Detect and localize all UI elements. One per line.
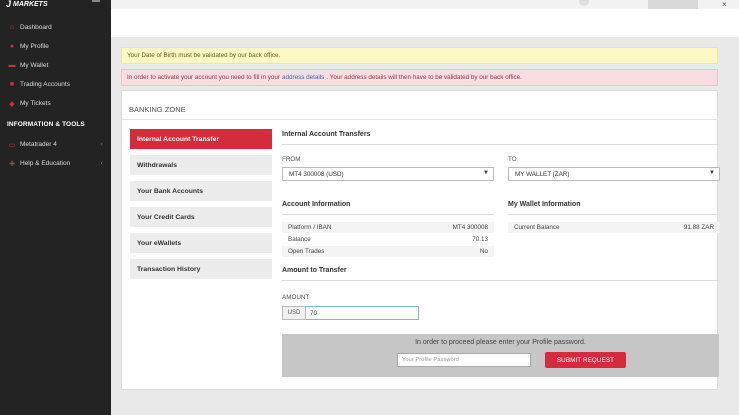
divider [508,214,720,215]
chevron-left-icon: ‹ [100,160,103,167]
info-value: 91.88 ZAR [683,224,714,231]
user-name-block[interactable] [648,0,698,9]
sidebar-item-label: Metatrader 4 [20,141,57,148]
tab-transaction-history[interactable]: Transaction History [130,259,272,279]
divider [122,119,719,120]
home-icon: ⌂ [9,24,15,31]
sidebar-item-my-profile[interactable]: ● My Profile [0,38,111,55]
tab-credit-cards[interactable]: Your Credit Cards [130,207,272,227]
sidebar-item-help[interactable]: ✚ Help & Education ‹ [0,155,111,172]
to-label: TO [508,156,517,163]
info-label: Current Balance [514,224,560,231]
sidebar-item-metatrader[interactable]: ▭ Metatrader 4 ‹ [0,136,111,153]
amount-title: Amount to Transfer [282,267,347,274]
password-input[interactable]: Your Profile Password [397,353,531,367]
transfer-title: Internal Account Transfers [282,131,371,138]
sidebar-heading: INFORMATION & TOOLS [7,121,85,128]
page-title: BANKING ZONE [129,105,186,114]
sidebar-item-dashboard[interactable]: ⌂ Dashboard [0,19,111,36]
info-row: Open Trades No [282,246,494,257]
sidebar-item-my-wallet[interactable]: ▬ My Wallet [0,57,111,74]
address-alert-text-end: . Your address details will then have to… [326,74,522,81]
monitor-icon: ▭ [8,141,16,149]
divider [282,144,719,145]
info-label: Platform / IBAN [288,224,332,231]
info-label: Balance [288,236,311,243]
brand-logo[interactable]: J MARKETS [6,0,48,9]
to-account-value: MY WALLET (ZAR) [515,170,570,178]
menu-toggle-icon[interactable] [92,0,100,2]
amount-group: USD 70 [282,306,419,320]
close-icon[interactable]: × [722,0,727,9]
sidebar-item-label: Help & Education [20,160,71,167]
brand-mark: J [6,0,12,9]
wallet-icon: ▬ [8,62,16,69]
submit-bar: In order to proceed please enter your Pr… [282,334,719,377]
brand-name: MARKETS [13,0,48,8]
dob-alert: Your Date of Birth must be validated by … [121,47,718,64]
briefcase-icon: ■ [9,81,15,88]
tab-ewallets[interactable]: Your eWallets [130,233,272,253]
info-value: 70.13 [472,236,488,243]
sidebar-item-trading-accounts[interactable]: ■ Trading Accounts [0,76,111,93]
sidebar-item-label: My Profile [20,43,49,50]
currency-addon: USD [282,306,306,320]
amount-label: AMOUNT [282,294,310,301]
info-row: Balance 70.13 [282,234,494,245]
sidebar-item-label: My Wallet [20,62,49,69]
info-value: No [479,248,488,255]
tab-withdrawals[interactable]: Withdrawals [130,155,272,175]
user-icon: ● [9,43,15,50]
info-label: Open Trades [288,248,325,255]
amount-input[interactable]: 70 [306,306,419,320]
divider [282,280,719,281]
address-alert: In order to activate your account you ne… [121,69,718,86]
divider [282,214,494,215]
tab-internal-transfer[interactable]: Internal Account Transfer [130,129,272,149]
address-alert-text: In order to activate your account you ne… [127,74,280,81]
info-value: MT4 300008 [452,224,488,231]
chevron-left-icon: ‹ [100,141,103,148]
address-details-link[interactable]: address details [282,74,324,81]
help-icon: ✚ [9,160,15,168]
sidebar-item-label: My Tickets [20,100,51,107]
wallet-info-title: My Wallet Information [508,201,581,208]
to-account-select[interactable]: MY WALLET (ZAR) ▼ [508,167,720,181]
info-row: Platform / IBAN MT4 300008 [282,222,494,233]
info-row: Current Balance 91.88 ZAR [508,222,720,233]
from-account-select[interactable]: MT4 300008 (USD) ▼ [282,167,494,181]
submit-request-button[interactable]: SUBMIT REQUEST [545,352,626,368]
dob-alert-text: Your Date of Birth must be validated by … [127,52,281,59]
dropdown-arrow-icon: ▼ [483,170,489,176]
account-info-title: Account Information [282,201,351,208]
sidebar-item-my-tickets[interactable]: ◆ My Tickets [0,95,111,112]
sidebar-item-label: Dashboard [20,24,52,31]
top-bar [111,0,739,9]
avatar[interactable] [579,0,589,6]
tab-bank-accounts[interactable]: Your Bank Accounts [130,181,272,201]
from-account-value: MT4 300008 (USD) [289,170,344,178]
sidebar: J MARKETS ⌂ Dashboard ● My Profile ▬ My … [0,0,111,415]
submit-message: In order to proceed please enter your Pr… [415,339,586,346]
banking-zone-panel: BANKING ZONE Internal Account Transfer W… [121,90,720,390]
ticket-icon: ◆ [9,100,15,108]
header-area [111,9,739,37]
sidebar-item-label: Trading Accounts [20,81,70,88]
from-label: FROM [282,156,301,163]
dropdown-arrow-icon: ▼ [709,170,715,176]
main-content: Your Date of Birth must be validated by … [111,37,739,415]
